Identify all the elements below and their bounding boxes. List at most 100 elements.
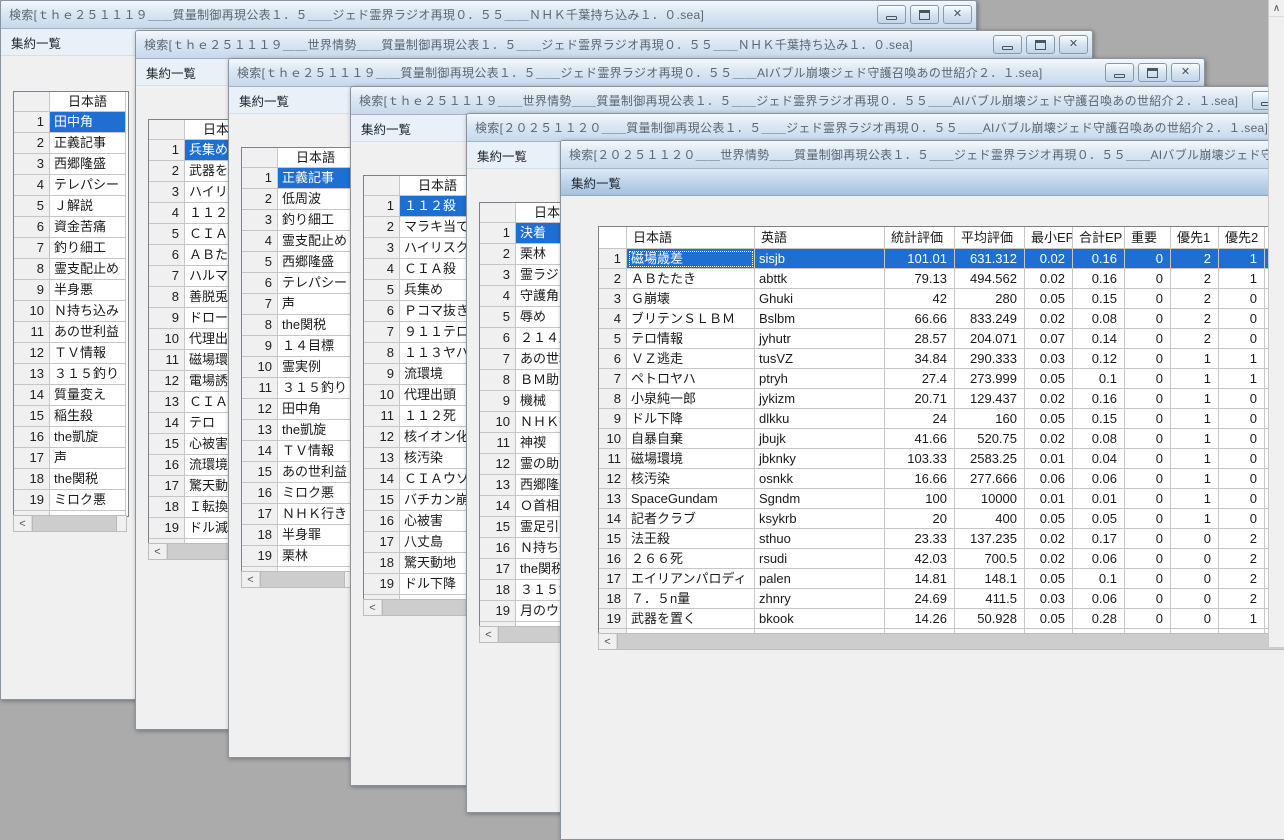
list-item-row[interactable]: 9１４目標 [242,336,356,357]
table-cell[interactable]: 0.02 [1025,249,1073,269]
table-cell[interactable]: 0.02 [1025,529,1073,549]
table-cell[interactable]: 79.13 [885,269,955,289]
table-cell[interactable]: 24 [885,409,955,429]
row-number[interactable]: 10 [242,357,278,378]
table-cell[interactable]: 411.5 [955,589,1025,609]
list-header-row[interactable]: 日本語 [14,92,128,112]
column-header[interactable]: 日本語 [50,92,126,112]
table-row[interactable]: 16２６６死rsudi42.03700.50.020.06002 [599,549,1284,569]
row-number[interactable]: 17 [149,476,185,497]
row-number[interactable]: 17 [599,569,627,589]
list-item[interactable]: ＴＶ情報 [50,343,126,364]
list-item[interactable]: 声 [278,294,354,315]
list-item[interactable]: 田中角 [278,399,354,420]
list-item-row[interactable]: 12核イオン化 [364,427,478,448]
row-number[interactable]: 15 [14,406,50,427]
list-item-row[interactable]: 17声 [14,448,128,469]
list-item[interactable]: 正義記事 [278,168,354,189]
column-header[interactable]: 日本語 [627,227,755,249]
table-cell[interactable]: 0.14 [1073,329,1125,349]
list-item-row[interactable]: 5西郷隆盛 [242,252,356,273]
row-number-header[interactable] [364,176,400,196]
table-cell[interactable]: Ghuki [755,289,885,309]
row-number[interactable]: 1 [599,249,627,269]
table-cell[interactable]: 0.15 [1073,289,1125,309]
row-number[interactable]: 4 [364,259,400,280]
close-button[interactable]: ✕ [1171,63,1200,82]
table-cell[interactable]: 0.02 [1025,429,1073,449]
table-cell[interactable]: 0.06 [1073,469,1125,489]
table-cell[interactable]: 700.5 [955,549,1025,569]
list-item-row[interactable]: 14ＴＶ情報 [242,441,356,462]
table-cell[interactable]: 0.07 [1025,329,1073,349]
list-item[interactable]: ミロク悪 [50,490,126,511]
table-cell[interactable]: 1 [1171,429,1219,449]
row-number[interactable]: 9 [480,391,516,412]
table-row[interactable]: 14記者クラブksykrb204000.050.05010 [599,509,1284,529]
list-item[interactable]: the凱旋 [50,427,126,448]
list-item-row[interactable]: 7声 [242,294,356,315]
list-item[interactable]: 質量変え [50,385,126,406]
list-item[interactable]: Ｐコマ抜き [400,301,476,322]
table-cell[interactable]: 280 [955,289,1025,309]
row-number[interactable]: 2 [364,217,400,238]
list-item[interactable]: １４目標 [278,336,354,357]
list-item-row[interactable]: 1正義記事 [242,168,356,189]
list-item[interactable]: テレパシー [278,273,354,294]
row-number[interactable]: 6 [14,217,50,238]
list-item[interactable]: ハイリスク [400,238,476,259]
row-number[interactable]: 10 [599,429,627,449]
table-cell[interactable]: 2 [1219,589,1265,609]
list-item[interactable]: 核汚染 [400,448,476,469]
table-cell[interactable]: 0 [1171,529,1219,549]
table-cell[interactable]: SpaceGundam [627,489,755,509]
table-cell[interactable]: jbknky [755,449,885,469]
table-cell[interactable]: 0 [1219,389,1265,409]
table-cell[interactable]: 101.01 [885,249,955,269]
row-number[interactable]: 9 [149,308,185,329]
list-item[interactable]: 霊支配止め [278,231,354,252]
list-item[interactable]: 釣り細工 [278,210,354,231]
table-cell[interactable]: 磁場環境 [627,449,755,469]
list-item[interactable]: 声 [50,448,126,469]
row-number[interactable]: 13 [480,475,516,496]
table-cell[interactable]: 0 [1125,429,1171,449]
table-cell[interactable]: 0 [1125,329,1171,349]
row-number[interactable]: 6 [149,245,185,266]
table-cell[interactable]: 0.15 [1073,409,1125,429]
scroll-thumb[interactable] [382,600,467,615]
row-number[interactable]: 19 [14,490,50,511]
list-item[interactable]: 代理出頭 [400,385,476,406]
row-number[interactable]: 19 [599,609,627,629]
column-header[interactable]: 日本語 [400,176,476,196]
row-number[interactable]: 8 [14,259,50,280]
table-cell[interactable]: テロ情報 [627,329,755,349]
table-row[interactable]: 10自暴自棄jbujk41.66520.750.020.08010 [599,429,1284,449]
row-number[interactable]: 11 [364,406,400,427]
table-cell[interactable]: 0.06 [1073,589,1125,609]
row-number[interactable]: 3 [364,238,400,259]
table-cell[interactable]: 14.81 [885,569,955,589]
row-number[interactable]: 17 [480,559,516,580]
list-item-row[interactable]: 14ＣＩＡウソ [364,469,478,490]
table-cell[interactable]: 42.03 [885,549,955,569]
table-row[interactable]: 4ブリテンＳＬＢＭBslbm66.66833.2490.020.08020 [599,309,1284,329]
row-number[interactable]: 3 [480,265,516,286]
table-cell[interactable]: tusVZ [755,349,885,369]
table-cell[interactable]: 0 [1125,589,1171,609]
list-item-row[interactable]: 15稲生殺 [14,406,128,427]
row-number[interactable]: 6 [364,301,400,322]
row-number[interactable]: 4 [149,203,185,224]
list-item[interactable]: 半身罪 [278,525,354,546]
titlebar[interactable]: 検索[ｔｈｅ２５１１１９＿＿世界情勢＿＿質量制御再現公表１．５＿＿ジェド霊界ラジ… [351,87,1284,115]
table-cell[interactable]: 0.05 [1025,289,1073,309]
list-item[interactable]: １１３ヤハ [400,343,476,364]
table-cell[interactable]: 2 [1219,549,1265,569]
table-cell[interactable]: 小泉純一郎 [627,389,755,409]
list-item[interactable]: ＮＨＫ行き [278,504,354,525]
column-header[interactable]: 優先1 [1171,227,1219,249]
table-cell[interactable]: 1 [1171,469,1219,489]
row-number[interactable]: 18 [149,497,185,518]
table-cell[interactable]: 204.071 [955,329,1025,349]
column-header[interactable]: 日本語 [278,148,354,168]
